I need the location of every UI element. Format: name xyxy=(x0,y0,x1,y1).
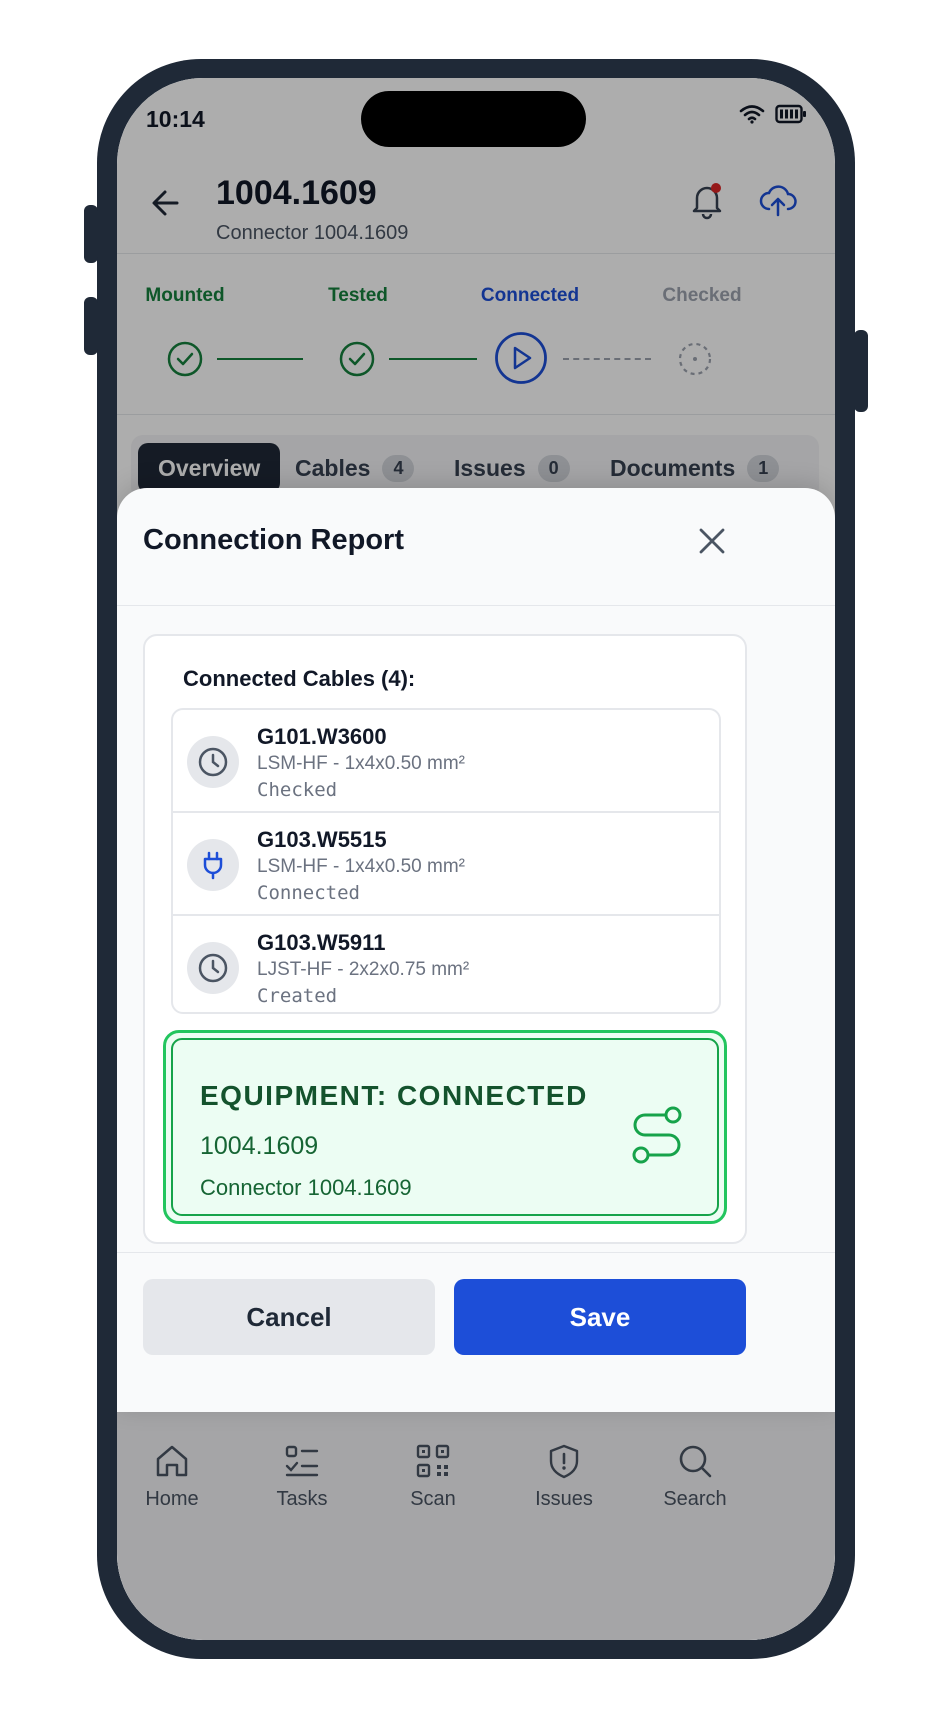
list-item[interactable]: G103.W5911 LJST-HF - 2x2x0.75 mm² Create… xyxy=(173,916,719,1012)
equipment-name: Connector 1004.1609 xyxy=(200,1175,412,1200)
cable-spec: LSM-HF - 1x4x0.50 mm² xyxy=(257,856,465,877)
modal-header: Connection Report xyxy=(117,488,835,606)
list-item[interactable]: G101.W3600 LSM-HF - 1x4x0.50 mm² Checked xyxy=(173,710,719,813)
equipment-status-title: EQUIPMENT: CONNECTED xyxy=(200,1080,588,1111)
clock-icon xyxy=(187,942,239,994)
cable-list: G101.W3600 LSM-HF - 1x4x0.50 mm² Checked… xyxy=(171,708,721,1014)
cancel-button[interactable]: Cancel xyxy=(143,1279,435,1355)
plug-icon xyxy=(187,839,239,891)
list-item[interactable]: G103.W5515 LSM-HF - 1x4x0.50 mm² Connect… xyxy=(173,813,719,916)
connection-report-modal: Connection Report Connected Cables (4): … xyxy=(117,488,835,1412)
cable-name: G103.W5515 xyxy=(257,827,387,852)
equipment-status-card: EQUIPMENT: CONNECTED 1004.1609 Connector… xyxy=(163,1030,727,1224)
clock-icon xyxy=(187,736,239,788)
report-card: Connected Cables (4): G101.W3600 LSM-HF … xyxy=(143,634,747,1244)
equipment-status-inner: EQUIPMENT: CONNECTED 1004.1609 Connector… xyxy=(171,1038,719,1216)
side-button xyxy=(84,297,98,355)
cable-spec: LJST-HF - 2x2x0.75 mm² xyxy=(257,959,470,980)
screen: 10:14 1004.1609 Connector 1004.1609 Moun… xyxy=(117,78,835,1640)
side-button xyxy=(854,330,868,412)
save-button[interactable]: Save xyxy=(454,1279,746,1355)
route-icon xyxy=(632,1106,682,1164)
equipment-id: 1004.1609 xyxy=(200,1132,319,1160)
side-button xyxy=(84,205,98,263)
cable-name: G103.W5911 xyxy=(257,930,386,955)
modal-title: Connection Report xyxy=(143,524,404,556)
modal-footer: Cancel Save xyxy=(117,1252,835,1412)
cable-spec: LSM-HF - 1x4x0.50 mm² xyxy=(257,753,465,774)
cables-heading: Connected Cables (4): xyxy=(183,666,416,691)
cable-status: Checked xyxy=(257,779,338,801)
cable-status: Created xyxy=(257,985,338,1007)
close-icon[interactable] xyxy=(695,524,729,558)
cable-status: Connected xyxy=(257,882,360,904)
cable-name: G101.W3600 xyxy=(257,724,387,749)
